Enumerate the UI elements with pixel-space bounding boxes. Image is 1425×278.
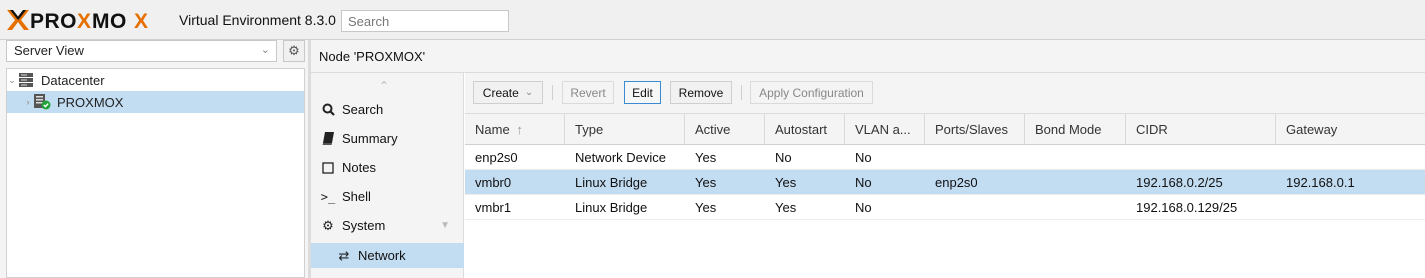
node-panel: Node 'PROXMOX' ⌃ Search Summary Notes >_… <box>311 40 1425 278</box>
column-header-type[interactable]: Type <box>565 114 685 144</box>
table-row[interactable]: vmbr1 Linux Bridge Yes Yes No 192.168.0.… <box>465 195 1425 220</box>
menu-item-label: Network <box>358 248 406 263</box>
column-header-autostart[interactable]: Autostart <box>765 114 845 144</box>
cell-name: vmbr1 <box>475 200 512 215</box>
chevron-down-icon: ▼ <box>440 220 450 231</box>
create-button[interactable]: Create ⌄ <box>473 81 543 104</box>
cell-gateway: 192.168.0.1 <box>1286 175 1355 190</box>
cell-ports-slaves <box>925 195 945 219</box>
cell-vlan-aware: No <box>855 150 872 165</box>
search-icon <box>320 103 336 116</box>
column-header-gateway[interactable]: Gateway <box>1276 114 1425 144</box>
tree-item-node[interactable]: › PROXMOX <box>7 91 304 113</box>
cell-autostart: Yes <box>775 200 797 215</box>
menu-item-network[interactable]: ⇄ Network <box>311 243 464 268</box>
svg-text:MO: MO <box>92 10 127 32</box>
chevron-up-icon[interactable]: ⌃ <box>379 79 389 93</box>
expand-toggle-icon[interactable]: › <box>23 97 33 107</box>
exchange-icon: ⇄ <box>338 247 350 263</box>
proxmox-logo[interactable]: PRO X MO X <box>6 8 178 32</box>
resource-tree-panel: Server View ⌄ ⚙ ⌄ Datacenter › PROXMOX <box>0 40 308 278</box>
create-label: Create <box>482 85 519 100</box>
table-row[interactable]: enp2s0 Network Device Yes No No <box>465 145 1425 170</box>
edit-button[interactable]: Edit <box>624 81 661 104</box>
menu-item-label: Summary <box>342 131 398 146</box>
cell-type: Linux Bridge <box>575 175 648 190</box>
toolbar-separator <box>741 85 742 100</box>
terminal-icon: >_ <box>320 189 336 204</box>
book-icon <box>320 132 336 145</box>
cell-type: Linux Bridge <box>575 200 648 215</box>
grid-header: Name ↑ Type Active Autostart VLAN a... P… <box>465 114 1425 145</box>
notes-icon <box>320 161 336 174</box>
cell-vlan-aware: No <box>855 175 872 190</box>
menu-item-label: Notes <box>342 160 376 175</box>
menu-item-shell[interactable]: >_ Shell <box>311 184 464 209</box>
column-header-vlan-aware[interactable]: VLAN a... <box>845 114 925 144</box>
menu-item-label: Shell <box>342 189 371 204</box>
gear-button[interactable]: ⚙ <box>283 40 305 62</box>
view-select-value: Server View <box>14 43 84 58</box>
revert-button[interactable]: Revert <box>562 81 614 104</box>
menu-item-system[interactable]: ⚙ System ▼ <box>311 213 464 238</box>
cell-active: Yes <box>695 150 717 165</box>
menu-item-label: System <box>342 218 386 233</box>
menu-item-notes[interactable]: Notes <box>311 155 464 180</box>
menu-item-label: Search <box>342 102 384 117</box>
cell-autostart: Yes <box>775 175 797 190</box>
cell-name: enp2s0 <box>475 150 518 165</box>
version-label: Virtual Environment 8.3.0 <box>179 12 336 28</box>
search-input[interactable] <box>341 10 509 32</box>
cell-cidr <box>1126 145 1146 169</box>
cell-bond-mode <box>1025 170 1045 194</box>
cell-bond-mode <box>1025 195 1045 219</box>
column-header-cidr[interactable]: CIDR <box>1126 114 1276 144</box>
view-select[interactable]: Server View ⌄ <box>6 40 277 62</box>
cogs-icon: ⚙ <box>322 217 334 233</box>
top-header: PRO X MO X Virtual Environment 8.3.0 <box>0 0 1425 40</box>
svg-text:PRO: PRO <box>30 10 77 32</box>
node-online-icon <box>33 94 51 110</box>
toolbar-separator <box>552 85 553 100</box>
chevron-down-icon: ⌄ <box>260 44 270 56</box>
cell-gateway <box>1276 145 1296 169</box>
panel-title: Node 'PROXMOX' <box>311 40 1425 73</box>
menu-item-summary[interactable]: Summary <box>311 126 464 151</box>
datacenter-icon <box>17 72 35 88</box>
cell-gateway <box>1276 195 1296 219</box>
cell-name: vmbr0 <box>475 175 512 190</box>
column-header-ports-slaves[interactable]: Ports/Slaves <box>925 114 1025 144</box>
svg-text:X: X <box>134 10 148 32</box>
column-header-active[interactable]: Active <box>685 114 765 144</box>
cell-ports-slaves <box>925 145 945 169</box>
cell-vlan-aware: No <box>855 200 872 215</box>
tree-item-label: Datacenter <box>41 72 105 88</box>
apply-configuration-button[interactable]: Apply Configuration <box>750 81 873 104</box>
resource-tree: ⌄ Datacenter › PROXMOX <box>6 68 305 278</box>
tree-item-datacenter[interactable]: ⌄ Datacenter <box>7 69 304 91</box>
network-content: Create ⌄ Revert Edit Remove Apply Config… <box>465 73 1425 278</box>
collapse-toggle-icon[interactable]: ⌄ <box>7 75 17 86</box>
cell-cidr: 192.168.0.2/25 <box>1136 175 1223 190</box>
node-menu: ⌃ Search Summary Notes >_ Shell ⚙ System <box>311 73 464 278</box>
cell-type: Network Device <box>575 150 667 165</box>
cell-cidr: 192.168.0.129/25 <box>1136 200 1238 215</box>
column-header-name[interactable]: Name ↑ <box>465 114 565 144</box>
table-row[interactable]: vmbr0 Linux Bridge Yes Yes No enp2s0 192… <box>465 170 1425 195</box>
proxmox-logo-icon: PRO X MO X <box>7 10 148 32</box>
cell-ports-slaves: enp2s0 <box>935 175 978 190</box>
cell-autostart: No <box>775 150 792 165</box>
column-header-bond-mode[interactable]: Bond Mode <box>1025 114 1126 144</box>
cell-active: Yes <box>695 200 717 215</box>
sort-ascending-icon: ↑ <box>516 122 523 137</box>
svg-text:X: X <box>77 10 91 32</box>
menu-item-search[interactable]: Search <box>311 97 464 122</box>
cell-bond-mode <box>1025 145 1045 169</box>
tree-item-label: PROXMOX <box>57 94 124 110</box>
chevron-down-icon: ⌄ <box>524 87 534 98</box>
gear-icon: ⚙ <box>288 43 300 58</box>
cell-active: Yes <box>695 175 717 190</box>
remove-button[interactable]: Remove <box>670 81 732 104</box>
network-toolbar: Create ⌄ Revert Edit Remove Apply Config… <box>465 73 1425 114</box>
